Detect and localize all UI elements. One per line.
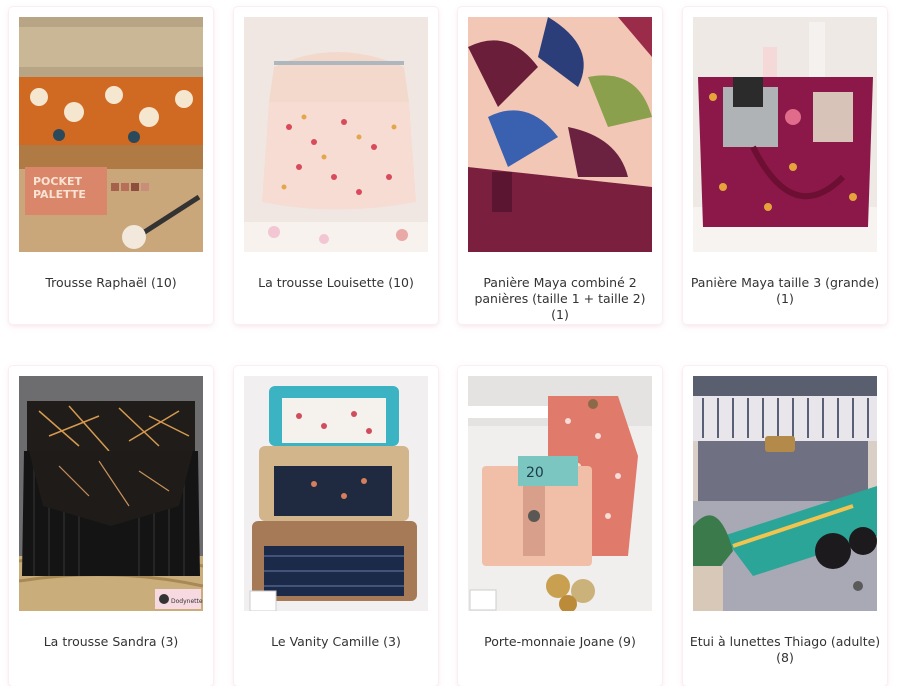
product-card-vanity-camille[interactable]: Le Vanity Camille (3) [234,366,438,686]
product-title[interactable]: La trousse Louisette (10) [240,275,432,291]
vanity-photo-icon [244,376,428,611]
product-card-trousse-raphael[interactable]: POCKET PALETTE Trousse Raphaël (10) [9,7,213,324]
banknote-text: 20 [526,465,544,481]
product-image[interactable]: 20 [468,376,652,611]
product-card-trousse-sandra[interactable]: Dodynette La trousse Sandra (3) [9,366,213,686]
product-card-porte-monnaie-joane[interactable]: 20 Porte-monnaie Joane (9) [458,366,662,686]
product-title[interactable]: Trousse Raphaël (10) [15,275,207,291]
product-image[interactable] [693,17,877,252]
product-image[interactable]: Dodynette [19,376,203,611]
product-title[interactable]: Le Vanity Camille (3) [240,634,432,650]
product-image[interactable] [693,376,877,611]
product-card-etui-lunettes-thiago[interactable]: Etui à lunettes Thiago (adulte) (8) [683,366,887,686]
pouch-photo-icon [244,17,428,252]
pouch-photo-icon: POCKET PALETTE [19,17,203,252]
product-image[interactable] [244,376,428,611]
product-card-trousse-louisette[interactable]: La trousse Louisette (10) [234,7,438,324]
product-title[interactable]: Panière Maya combiné 2 panières (taille … [464,275,656,323]
product-title[interactable]: Etui à lunettes Thiago (adulte) (8) [689,634,881,666]
product-image[interactable] [468,17,652,252]
palette-text: POCKET [33,175,83,188]
product-title[interactable]: Panière Maya taille 3 (grande) (1) [689,275,881,307]
product-title[interactable]: Porte-monnaie Joane (9) [464,634,656,650]
product-title[interactable]: La trousse Sandra (3) [15,634,207,650]
wallet-photo-icon: 20 [468,376,652,611]
product-image[interactable] [244,17,428,252]
product-image[interactable]: POCKET PALETTE [19,17,203,252]
watermark-text: Dodynette [171,598,203,605]
glasses-case-photo-icon [693,376,877,611]
product-card-paniere-maya-combine[interactable]: Panière Maya combiné 2 panières (taille … [458,7,662,324]
basket-photo-icon [693,17,877,252]
palette-text: PALETTE [33,188,86,201]
basket-photo-icon [468,17,652,252]
product-card-paniere-maya-taille-3[interactable]: Panière Maya taille 3 (grande) (1) [683,7,887,324]
pouch-photo-icon: Dodynette [19,376,203,611]
product-grid: POCKET PALETTE Trousse Raphaël (10) La t… [0,0,911,686]
